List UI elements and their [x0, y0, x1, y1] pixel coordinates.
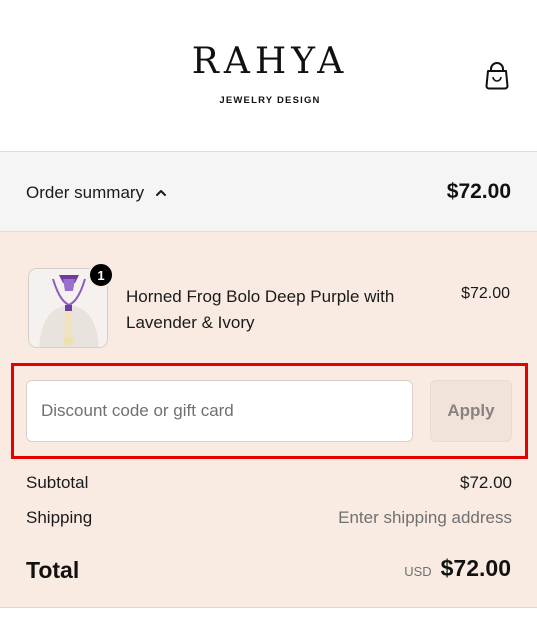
order-summary-bar: Order summary $72.00 — [0, 151, 537, 232]
shipping-row: Shipping Enter shipping address — [26, 506, 512, 530]
shopping-bag-icon[interactable] — [484, 62, 510, 90]
header: RAHYA JEWELRY DESIGN — [0, 0, 537, 151]
subtotal-row: Subtotal $72.00 — [26, 471, 512, 495]
order-summary-panel: 1 Horned Frog Bolo Deep Purple with Lave… — [0, 232, 537, 608]
total-label: Total — [26, 557, 80, 583]
order-summary-label: Order summary — [26, 183, 145, 202]
total-value: $72.00 — [440, 555, 511, 581]
shipping-value: Enter shipping address — [338, 508, 512, 527]
quantity-badge: 1 — [88, 262, 114, 288]
apply-discount-button[interactable]: Apply — [430, 380, 512, 442]
line-item: 1 Horned Frog Bolo Deep Purple with Lave… — [28, 262, 510, 348]
brand-tagline: JEWELRY DESIGN — [219, 95, 321, 106]
shipping-label: Shipping — [26, 508, 93, 527]
product-name: Horned Frog Bolo Deep Purple with Lavend… — [126, 287, 395, 332]
brand-logo[interactable]: RAHYA JEWELRY DESIGN — [180, 40, 360, 106]
subtotal-value: $72.00 — [460, 473, 512, 492]
subtotal-label: Subtotal — [26, 473, 89, 492]
order-summary-toggle[interactable]: Order summary — [26, 181, 168, 205]
product-price: $72.00 — [461, 285, 510, 302]
discount-code-input[interactable] — [26, 380, 413, 442]
brand-name: RAHYA — [191, 41, 349, 82]
chevron-up-icon — [154, 186, 168, 200]
total-amount: USD $72.00 — [404, 555, 511, 582]
order-summary-total: $72.00 — [446, 180, 511, 203]
currency-code: USD — [404, 564, 432, 579]
